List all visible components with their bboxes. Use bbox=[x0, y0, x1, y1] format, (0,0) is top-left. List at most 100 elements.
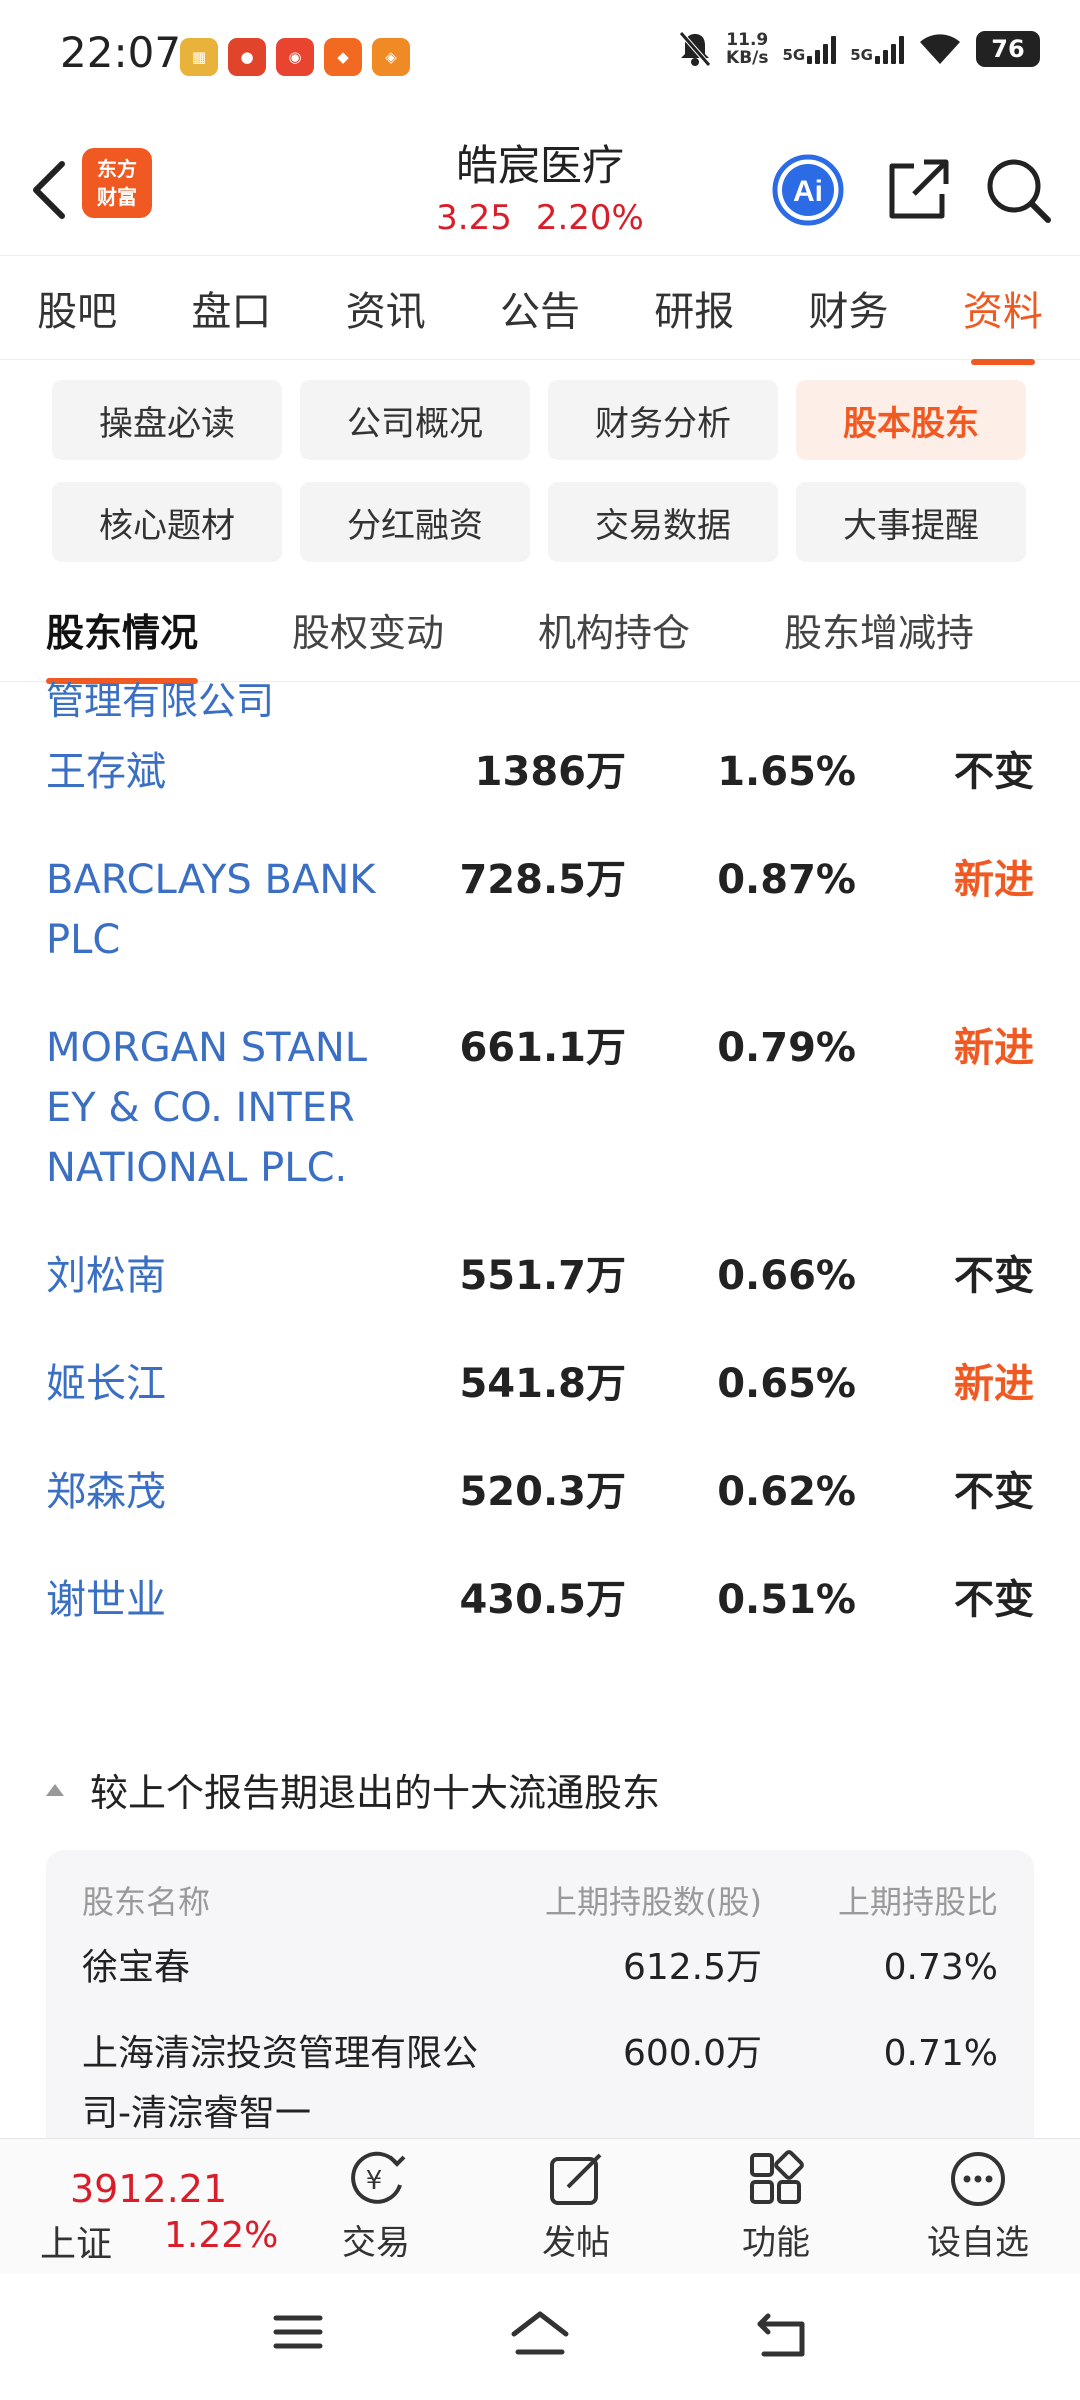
sub-button-company-overview[interactable]: 公司概况 bbox=[300, 380, 530, 460]
app-notification-icon: ▦ bbox=[180, 38, 218, 76]
sub-button-dividends[interactable]: 分红融资 bbox=[300, 482, 530, 562]
holder-shares: 1386万 bbox=[474, 749, 626, 795]
holder-name[interactable]: MORGAN STANLEY & CO. INTERNATIONAL PLC. bbox=[46, 1018, 376, 1198]
holder-change: 新进 bbox=[954, 857, 1034, 903]
holder-name-clipped[interactable]: 管理有限公司 bbox=[46, 682, 274, 725]
exited-holders-toggle[interactable]: 较上个报告期退出的十大流通股东 bbox=[46, 1762, 660, 1817]
sub-button-financial-analysis[interactable]: 财务分析 bbox=[548, 380, 778, 460]
exited-holder-shares: 612.5万 bbox=[622, 1947, 762, 1988]
holder-percent: 0.87% bbox=[717, 857, 856, 903]
more-circle-icon bbox=[951, 2152, 1005, 2206]
status-time: 22:07 bbox=[60, 28, 182, 77]
share-icon[interactable] bbox=[880, 152, 956, 228]
index-change-pct: 1.22% bbox=[164, 2215, 279, 2256]
functions-label: 功能 bbox=[742, 2223, 810, 2263]
table-row: BARCLAYS BANK PLC 728.5万 0.87% 新进 bbox=[0, 850, 1080, 970]
holder-name[interactable]: BARCLAYS BANK PLC bbox=[46, 850, 376, 970]
grid-functions-icon bbox=[750, 2150, 804, 2204]
holder-percent: 0.79% bbox=[717, 1025, 856, 1071]
stock-price: 3.25 bbox=[436, 198, 512, 238]
profile-sub-buttons: 操盘必读 公司概况 财务分析 股本股东 核心题材 分红融资 交易数据 大事提醒 bbox=[52, 380, 1028, 562]
trade-button[interactable]: ¥ 交易 bbox=[306, 2149, 446, 2264]
notification-icons: ▦ ● ◉ ◆ ◈ bbox=[180, 38, 410, 76]
net-speed-unit: KB/s bbox=[726, 48, 769, 68]
tab-guba[interactable]: 股吧 bbox=[31, 279, 123, 337]
functions-button[interactable]: 功能 bbox=[706, 2149, 846, 2264]
tab-equity-changes[interactable]: 股权变动 bbox=[292, 590, 444, 681]
holder-percent: 0.65% bbox=[717, 1361, 856, 1407]
holder-name[interactable]: 谢世业 bbox=[46, 1570, 376, 1630]
holder-name[interactable]: 郑森茂 bbox=[46, 1462, 376, 1522]
signal-2: 5G bbox=[850, 34, 904, 64]
top-holders-list: 王存斌 1386万 1.65% 不变 BARCLAYS BANK PLC 728… bbox=[0, 742, 1080, 1678]
exited-holders-table: 股东名称 上期持股数(股) 上期持股比 徐宝春 612.5万 0.73% 上海清… bbox=[46, 1850, 1034, 2138]
signal-bars-icon bbox=[875, 34, 904, 64]
sub-button-shareholders[interactable]: 股本股东 bbox=[796, 380, 1026, 460]
tab-research[interactable]: 研报 bbox=[648, 279, 740, 337]
svg-text:Ai: Ai bbox=[793, 175, 823, 208]
holder-percent: 1.65% bbox=[717, 749, 856, 795]
table-row: 姬长江 541.8万 0.65% 新进 bbox=[0, 1354, 1080, 1414]
sub-button-core-themes[interactable]: 核心题材 bbox=[52, 482, 282, 562]
tab-finance[interactable]: 财务 bbox=[803, 279, 895, 337]
table-row: MORGAN STANLEY & CO. INTERNATIONAL PLC. … bbox=[0, 1018, 1080, 1198]
signal-bars-icon bbox=[807, 34, 837, 64]
bottom-toolbar: 3912.21 上证 1.22% ¥ 交易 发帖 功能 设自选 bbox=[0, 2138, 1080, 2274]
index-value: 3912.21 bbox=[70, 2167, 228, 2211]
sub-button-trading-data[interactable]: 交易数据 bbox=[548, 482, 778, 562]
ai-assistant-icon[interactable]: Ai bbox=[770, 152, 846, 228]
holder-change: 不变 bbox=[954, 1253, 1034, 1299]
menu-icon[interactable] bbox=[272, 2310, 324, 2354]
section-tabs: 股东情况 股权变动 机构持仓 股东增减持 bbox=[0, 590, 1080, 684]
collapse-triangle-icon bbox=[46, 1783, 64, 1796]
exited-holder-name: 上海清淙投资管理有限公司-清淙睿智一 bbox=[82, 2033, 479, 2134]
tab-institutional-holdings[interactable]: 机构持仓 bbox=[538, 590, 690, 681]
exited-holder-percent: 0.71% bbox=[883, 2033, 998, 2074]
shareholder-content: 管理有限公司 王存斌 1386万 1.65% 不变 BARCLAYS BANK … bbox=[0, 682, 1080, 2138]
holder-name[interactable]: 刘松南 bbox=[46, 1246, 376, 1306]
holder-change: 新进 bbox=[954, 1025, 1034, 1071]
search-icon[interactable] bbox=[980, 152, 1056, 228]
signal-1: 5G bbox=[783, 34, 837, 64]
main-tabs: 股吧 盘口 资讯 公告 研报 财务 资料 bbox=[0, 255, 1080, 365]
exited-holder-name: 徐宝春 bbox=[82, 1947, 191, 1988]
app-notification-icon: ● bbox=[228, 38, 266, 76]
holder-change: 不变 bbox=[954, 749, 1034, 795]
add-watchlist-button[interactable]: 设自选 bbox=[908, 2149, 1048, 2264]
holder-shares: 728.5万 bbox=[459, 857, 626, 903]
tab-news[interactable]: 资讯 bbox=[340, 279, 432, 337]
tab-shareholder-info[interactable]: 股东情况 bbox=[46, 590, 199, 684]
weibo-icon: ◉ bbox=[276, 38, 314, 76]
stock-header: 东方 财富 皓宸医疗 3.25 2.20% Ai bbox=[0, 130, 1080, 250]
holder-shares: 661.1万 bbox=[459, 1025, 626, 1071]
trade-yuan-icon: ¥ bbox=[351, 2151, 406, 2204]
post-button[interactable]: 发帖 bbox=[506, 2149, 646, 2264]
holder-name[interactable]: 王存斌 bbox=[46, 742, 376, 802]
tab-profile[interactable]: 资料 bbox=[957, 279, 1049, 365]
table-row: 王存斌 1386万 1.65% 不变 bbox=[0, 742, 1080, 802]
exited-holders-title: 较上个报告期退出的十大流通股东 bbox=[90, 1771, 661, 1815]
tab-holding-changes[interactable]: 股东增减持 bbox=[784, 590, 974, 681]
tab-announcements[interactable]: 公告 bbox=[494, 279, 586, 337]
back-nav-icon[interactable] bbox=[754, 2310, 810, 2360]
signal-1-label: 5G bbox=[782, 46, 806, 64]
exited-holder-shares: 600.0万 bbox=[622, 2033, 762, 2074]
wifi-icon bbox=[920, 34, 960, 64]
tab-pankou[interactable]: 盘口 bbox=[185, 279, 277, 337]
table-row: 郑森茂 520.3万 0.62% 不变 bbox=[0, 1462, 1080, 1522]
home-icon[interactable] bbox=[510, 2310, 570, 2360]
sub-button-events[interactable]: 大事提醒 bbox=[796, 482, 1026, 562]
table-row: 刘松南 551.7万 0.66% 不变 bbox=[0, 1246, 1080, 1306]
trade-label: 交易 bbox=[342, 2223, 410, 2263]
holder-percent: 0.62% bbox=[717, 1469, 856, 1515]
sub-button-trading-guide[interactable]: 操盘必读 bbox=[52, 380, 282, 460]
holder-percent: 0.66% bbox=[717, 1253, 856, 1299]
table-row: 徐宝春 612.5万 0.73% bbox=[82, 1938, 998, 1998]
holder-percent: 0.51% bbox=[717, 1577, 856, 1623]
holder-change: 新进 bbox=[954, 1361, 1034, 1407]
app-notification-icon: ◆ bbox=[324, 38, 362, 76]
post-label: 发帖 bbox=[542, 2223, 610, 2263]
holder-shares: 520.3万 bbox=[459, 1469, 626, 1515]
holder-name[interactable]: 姬长江 bbox=[46, 1354, 376, 1414]
mute-bell-icon bbox=[679, 31, 711, 67]
